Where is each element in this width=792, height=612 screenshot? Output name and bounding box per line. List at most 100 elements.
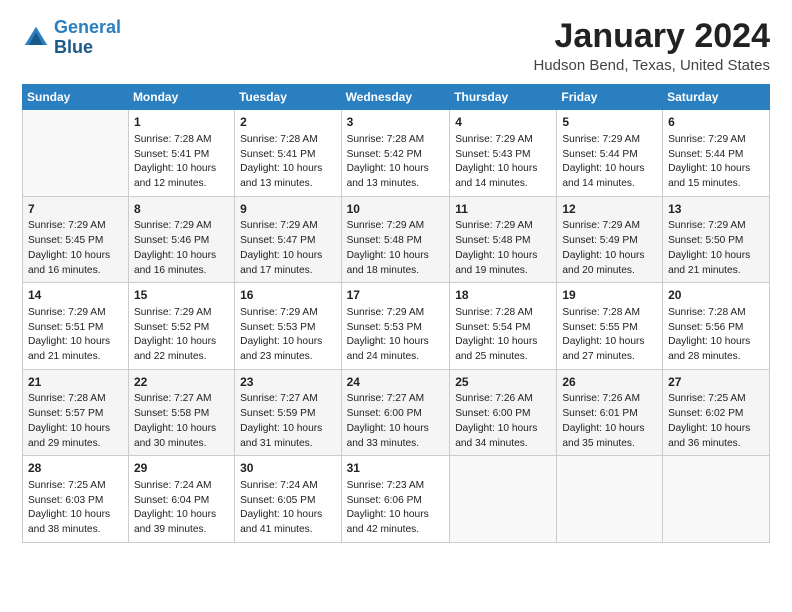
calendar-cell: 11 Sunrise: 7:29 AM Sunset: 5:48 PM Dayligh… [450, 196, 557, 283]
sunrise-text: Sunrise: 7:28 AM [28, 393, 106, 404]
sunset-text: Sunset: 5:45 PM [28, 235, 103, 246]
logo-text: General Blue [54, 18, 121, 58]
sunset-text: Sunset: 5:46 PM [134, 235, 209, 246]
sunrise-text: Sunrise: 7:26 AM [562, 393, 640, 404]
calendar-cell: 17Sunrise: 7:29 AMSunset: 5:53 PMDayligh… [341, 283, 450, 370]
day-number: 4 [455, 114, 551, 131]
calendar-cell: 25Sunrise: 7:26 AMSunset: 6:00 PMDayligh… [450, 369, 557, 456]
sunset-text: Sunset: 6:01 PM [562, 408, 637, 419]
daylight-text: Daylight: 10 hours and 31 minutes. [240, 423, 322, 449]
daylight-text: Daylight: 10 hours and 28 minutes. [668, 336, 750, 362]
sunset-text: Sunset: 5:58 PM [134, 408, 209, 419]
sunrise-text: Sunrise: 7:26 AM [455, 393, 533, 404]
calendar-cell: 3Sunrise: 7:28 AMSunset: 5:42 PMDaylight… [341, 110, 450, 197]
sunset-text: Sunset: 5:49 PM [562, 235, 637, 246]
sunset-text: Sunset: 5:56 PM [668, 322, 743, 333]
calendar-cell: 28Sunrise: 7:25 AMSunset: 6:03 PMDayligh… [23, 456, 129, 543]
calendar-cell: 15Sunrise: 7:29 AMSunset: 5:52 PMDayligh… [128, 283, 234, 370]
day-number: 30 [240, 460, 335, 477]
day-number: 12 [562, 201, 657, 218]
daylight-text: Daylight: 10 hours and 22 minutes. [134, 336, 216, 362]
header-day-sunday: Sunday [23, 85, 129, 110]
calendar-week-4: 21Sunrise: 7:28 AMSunset: 5:57 PMDayligh… [23, 369, 770, 456]
calendar-cell: 26Sunrise: 7:26 AMSunset: 6:01 PMDayligh… [557, 369, 663, 456]
calendar-cell [663, 456, 770, 543]
sunset-text: Sunset: 5:44 PM [668, 149, 743, 160]
sunset-text: Sunset: 5:48 PM [455, 235, 530, 246]
daylight-text: Daylight: 10 hours and 16 minutes. [134, 250, 216, 276]
daylight-text: Daylight: 10 hours and 38 minutes. [28, 509, 110, 535]
calendar-header-row: SundayMondayTuesdayWednesdayThursdayFrid… [23, 85, 770, 110]
calendar-cell: 6Sunrise: 7:29 AMSunset: 5:44 PMDaylight… [663, 110, 770, 197]
sunrise-text: Sunrise: 7:24 AM [240, 480, 318, 491]
calendar-week-5: 28Sunrise: 7:25 AMSunset: 6:03 PMDayligh… [23, 456, 770, 543]
header-day-wednesday: Wednesday [341, 85, 450, 110]
sunrise-text: Sunrise: 7:29 AM [455, 220, 533, 231]
sunrise-text: Sunrise: 7:29 AM [28, 307, 106, 318]
logo: General Blue [22, 18, 121, 58]
calendar-cell: 23Sunrise: 7:27 AMSunset: 5:59 PMDayligh… [235, 369, 341, 456]
daylight-text: Daylight: 10 hours and 19 minutes. [455, 250, 537, 276]
sunset-text: Sunset: 5:51 PM [28, 322, 103, 333]
day-number: 8 [134, 201, 229, 218]
sunrise-text: Sunrise: 7:29 AM [240, 220, 318, 231]
daylight-text: Daylight: 10 hours and 25 minutes. [455, 336, 537, 362]
day-number: 9 [240, 201, 335, 218]
daylight-text: Daylight: 10 hours and 15 minutes. [668, 163, 750, 189]
daylight-text: Daylight: 10 hours and 12 minutes. [134, 163, 216, 189]
sunset-text: Sunset: 5:48 PM [347, 235, 422, 246]
day-number: 11 [455, 201, 551, 218]
sunset-text: Sunset: 5:52 PM [134, 322, 209, 333]
calendar-cell: 1Sunrise: 7:28 AMSunset: 5:41 PMDaylight… [128, 110, 234, 197]
daylight-text: Daylight: 10 hours and 13 minutes. [240, 163, 322, 189]
calendar-cell: 19Sunrise: 7:28 AMSunset: 5:55 PMDayligh… [557, 283, 663, 370]
daylight-text: Daylight: 10 hours and 14 minutes. [562, 163, 644, 189]
sunrise-text: Sunrise: 7:28 AM [668, 307, 746, 318]
daylight-text: Daylight: 10 hours and 29 minutes. [28, 423, 110, 449]
daylight-text: Daylight: 10 hours and 35 minutes. [562, 423, 644, 449]
sunrise-text: Sunrise: 7:29 AM [240, 307, 318, 318]
daylight-text: Daylight: 10 hours and 41 minutes. [240, 509, 322, 535]
sunset-text: Sunset: 6:00 PM [347, 408, 422, 419]
sunrise-text: Sunrise: 7:28 AM [455, 307, 533, 318]
day-number: 2 [240, 114, 335, 131]
calendar-cell: 21Sunrise: 7:28 AMSunset: 5:57 PMDayligh… [23, 369, 129, 456]
daylight-text: Daylight: 10 hours and 18 minutes. [347, 250, 429, 276]
sunrise-text: Sunrise: 7:29 AM [668, 134, 746, 145]
calendar-cell: 20Sunrise: 7:28 AMSunset: 5:56 PMDayligh… [663, 283, 770, 370]
calendar-subtitle: Hudson Bend, Texas, United States [533, 57, 770, 74]
sunrise-text: Sunrise: 7:27 AM [240, 393, 318, 404]
calendar-week-3: 14 Sunrise: 7:29 AM Sunset: 5:51 PM Dayligh… [23, 283, 770, 370]
daylight-text: Daylight: 10 hours and 39 minutes. [134, 509, 216, 535]
sunrise-text: Sunrise: 7:29 AM [134, 220, 212, 231]
day-number: 10 [347, 201, 445, 218]
calendar-cell: 31Sunrise: 7:23 AMSunset: 6:06 PMDayligh… [341, 456, 450, 543]
day-number: 13 [668, 201, 764, 218]
day-number: 14 [28, 287, 123, 304]
calendar-cell: 29Sunrise: 7:24 AMSunset: 6:04 PMDayligh… [128, 456, 234, 543]
calendar-title: January 2024 [533, 18, 770, 55]
header-day-monday: Monday [128, 85, 234, 110]
day-number: 27 [668, 374, 764, 391]
sunrise-text: Sunrise: 7:28 AM [134, 134, 212, 145]
sunrise-text: Sunrise: 7:29 AM [347, 307, 425, 318]
sunrise-text: Sunrise: 7:24 AM [134, 480, 212, 491]
day-number: 24 [347, 374, 445, 391]
sunrise-text: Sunrise: 7:29 AM [28, 220, 106, 231]
sunset-text: Sunset: 5:55 PM [562, 322, 637, 333]
sunrise-text: Sunrise: 7:29 AM [668, 220, 746, 231]
sunset-text: Sunset: 5:41 PM [240, 149, 315, 160]
page: General Blue January 2024 Hudson Bend, T… [0, 0, 792, 553]
calendar-cell: 13Sunrise: 7:29 AMSunset: 5:50 PMDayligh… [663, 196, 770, 283]
calendar-cell: 30Sunrise: 7:24 AMSunset: 6:05 PMDayligh… [235, 456, 341, 543]
calendar-cell: 12Sunrise: 7:29 AMSunset: 5:49 PMDayligh… [557, 196, 663, 283]
sunset-text: Sunset: 5:47 PM [240, 235, 315, 246]
sunset-text: Sunset: 5:50 PM [668, 235, 743, 246]
sunset-text: Sunset: 5:59 PM [240, 408, 315, 419]
calendar-cell: 24Sunrise: 7:27 AMSunset: 6:00 PMDayligh… [341, 369, 450, 456]
header-day-friday: Friday [557, 85, 663, 110]
calendar-cell: 18Sunrise: 7:28 AMSunset: 5:54 PMDayligh… [450, 283, 557, 370]
daylight-text: Daylight: 10 hours and 13 minutes. [347, 163, 429, 189]
sunset-text: Sunset: 5:44 PM [562, 149, 637, 160]
day-number: 18 [455, 287, 551, 304]
